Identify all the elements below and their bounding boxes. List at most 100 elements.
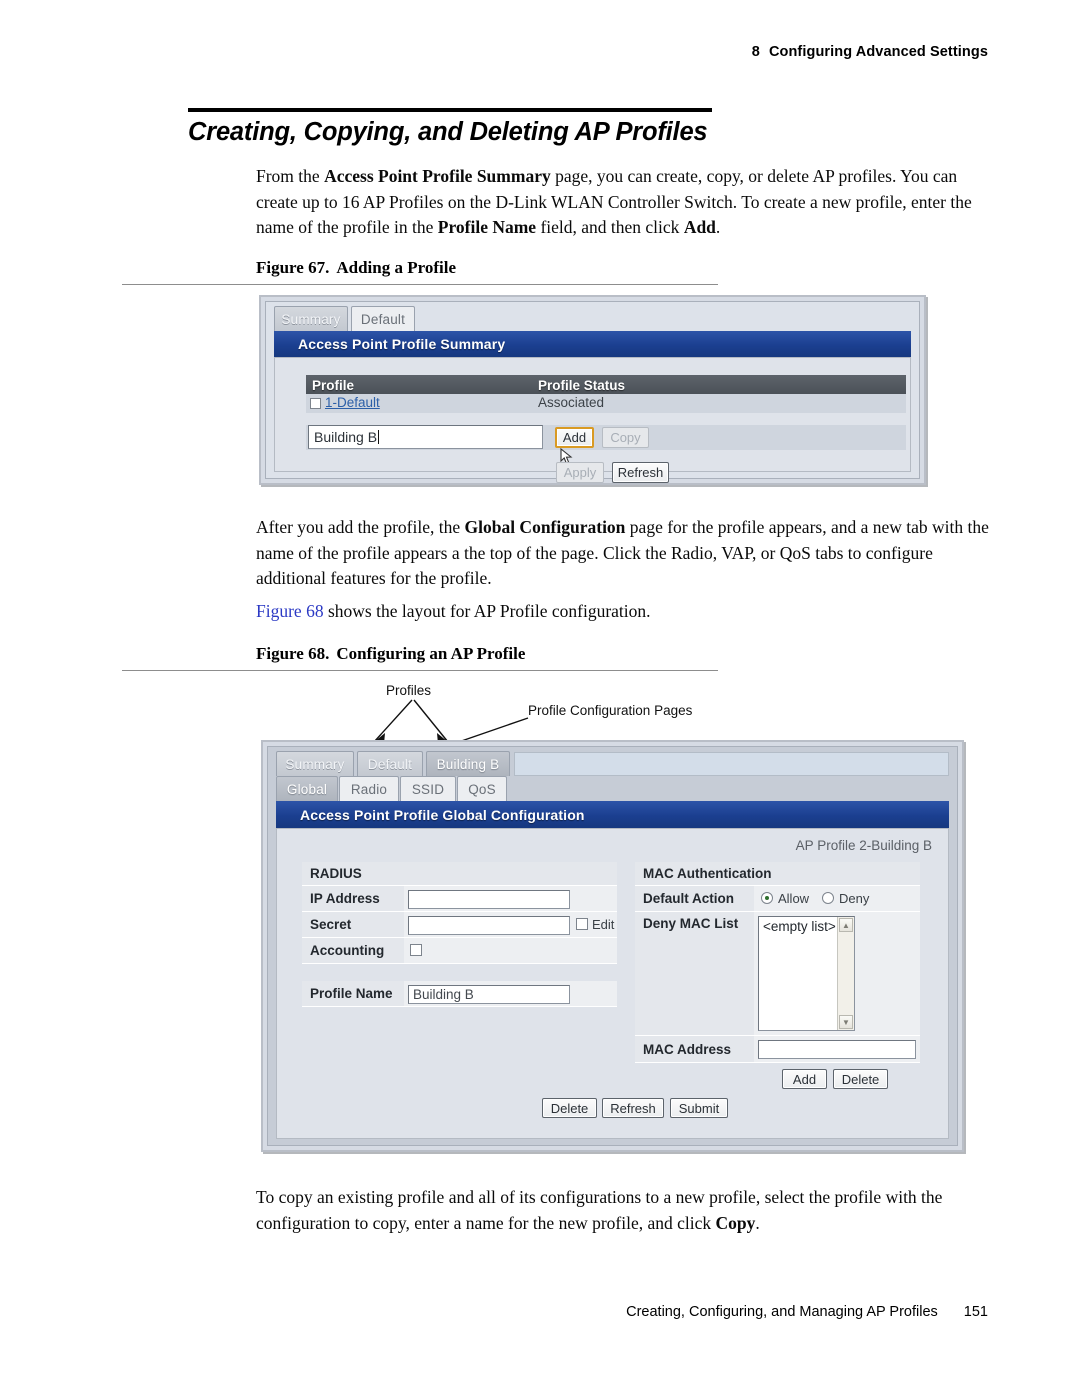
tab-radio-label: Radio: [350, 781, 388, 797]
col-header-profile-status: Profile Status: [538, 378, 626, 393]
profile-name-input-value: Building B: [314, 429, 378, 445]
mac-address-label-text: MAC Address: [643, 1041, 732, 1057]
tab-summary-label: Summary: [281, 311, 341, 327]
accounting-label: Accounting: [302, 938, 404, 964]
mac-address-field[interactable]: [758, 1040, 916, 1059]
accounting-checkbox[interactable]: [410, 944, 422, 956]
profile-name-input[interactable]: Building B: [308, 425, 543, 449]
ip-address-field[interactable]: [408, 890, 570, 909]
figure-67-tab-row: Summary Default: [266, 306, 919, 331]
figure-67-caption-rule: [122, 284, 718, 285]
accounting-label-text: Accounting: [310, 943, 385, 958]
figure-67-frame-inner: Summary Default Access Point Profile Sum…: [265, 301, 920, 483]
tab-ssid[interactable]: SSID: [400, 776, 456, 801]
figure-67-label: Figure 67.: [256, 258, 330, 277]
deny-mac-list-label: Deny MAC List: [635, 912, 754, 1036]
tab-global-label: Global: [286, 781, 328, 797]
figure-68-panel-title-bar: Access Point Profile Global Configuratio…: [276, 801, 949, 828]
submit-button[interactable]: Submit: [670, 1098, 728, 1118]
figure-68-caption: Figure 68. Configuring an AP Profile: [256, 644, 525, 664]
tab-summary[interactable]: Summary: [276, 751, 354, 776]
mac-add-button[interactable]: Add: [782, 1069, 827, 1089]
mac-auth-section-title: MAC Authentication: [643, 866, 772, 881]
radio-allow-label: Allow: [778, 891, 810, 906]
profile-name-label: Profile Name: [302, 981, 404, 1007]
ip-address-label-text: IP Address: [310, 891, 380, 906]
tab-ssid-label: SSID: [411, 781, 445, 797]
figure-67-panel-title-bar: Access Point Profile Summary: [274, 331, 911, 357]
secret-label-text: Secret: [310, 917, 352, 932]
page-footer: Creating, Configuring, and Managing AP P…: [626, 1304, 988, 1320]
secret-edit-checkbox[interactable]: [576, 918, 588, 930]
p1-bold-add: Add: [683, 217, 716, 237]
tab-qos-label: QoS: [468, 781, 496, 797]
tab-summary-label: Summary: [285, 756, 345, 772]
default-action-label: Default Action: [635, 886, 754, 912]
delete-button[interactable]: Delete: [542, 1098, 597, 1118]
ip-address-label: IP Address: [302, 886, 404, 912]
mac-delete-button[interactable]: Delete: [833, 1069, 888, 1089]
figure-67-panel-title: Access Point Profile Summary: [298, 336, 506, 352]
listbox-scrollbar[interactable]: ▲ ▼: [837, 917, 854, 1030]
deny-mac-listbox[interactable]: <empty list> ▲ ▼: [758, 916, 855, 1031]
profile-status-value: Associated: [538, 395, 605, 410]
tab-global[interactable]: Global: [276, 776, 338, 801]
figure-68-caption-rule: [122, 670, 718, 671]
profile-table-header: Profile Profile Status: [306, 375, 906, 394]
secret-field[interactable]: [408, 916, 570, 935]
tab-default-label: Default: [360, 311, 406, 327]
refresh-button-label: Refresh: [617, 465, 664, 480]
add-button-label: Add: [562, 430, 587, 445]
tab-row-filler: [514, 752, 949, 776]
tab-default[interactable]: Default: [351, 306, 415, 331]
page-title: Creating, Copying, and Deleting AP Profi…: [188, 118, 708, 146]
p4-part-a: To copy an existing profile and all of i…: [256, 1187, 943, 1233]
p1-part-a: From the: [256, 166, 325, 186]
tab-qos[interactable]: QoS: [457, 776, 507, 801]
figure-68-frame-inner: Summary Default Building B Global Radio …: [267, 746, 958, 1146]
refresh-button[interactable]: Refresh: [602, 1098, 664, 1118]
p2-bold-globalconfig: Global Configuration: [464, 517, 626, 537]
mac-add-button-label: Add: [792, 1071, 817, 1087]
footer-title: Creating, Configuring, and Managing AP P…: [626, 1304, 938, 1320]
table-row[interactable]: 1-Default Associated: [306, 394, 906, 413]
p1-bold-summary: Access Point Profile Summary: [324, 166, 551, 186]
tab-default[interactable]: Default: [357, 751, 423, 776]
profile-name-field[interactable]: Building B: [408, 985, 570, 1004]
callout-profiles-label: Profiles: [386, 683, 432, 698]
submit-button-label: Submit: [678, 1100, 720, 1116]
radio-deny[interactable]: [822, 892, 834, 904]
tab-building-b[interactable]: Building B: [426, 751, 510, 776]
scroll-up-arrow-icon[interactable]: ▲: [839, 918, 853, 932]
profile-name-label-text: Profile Name: [310, 986, 393, 1001]
figure-67-screenshot: Summary Default Access Point Profile Sum…: [259, 295, 926, 485]
figure-68-crossref-link[interactable]: Figure 68: [256, 601, 324, 621]
copy-profile-paragraph: To copy an existing profile and all of i…: [256, 1185, 996, 1236]
heading-rule: [188, 108, 712, 112]
radio-deny-label: Deny: [839, 891, 870, 906]
figure-68-profile-tab-row: Summary Default Building B: [268, 751, 957, 776]
profile-badge: AP Profile 2-Building B: [795, 838, 932, 853]
profile-link[interactable]: 1-Default: [325, 395, 380, 410]
callout-config-pages-label: Profile Configuration Pages: [528, 703, 693, 718]
mac-delete-button-label: Delete: [841, 1071, 880, 1087]
figure-68-panel-body: AP Profile 2-Building B RADIUS IP Addres…: [276, 828, 949, 1139]
copy-button: Copy: [602, 427, 649, 448]
p1-bold-profilename: Profile Name: [437, 217, 537, 237]
refresh-button[interactable]: Refresh: [612, 462, 669, 483]
intro-paragraph: From the Access Point Profile Summary pa…: [256, 164, 996, 241]
p2-part-a: After you add the profile, the: [256, 517, 465, 537]
text-caret: [378, 430, 380, 444]
figure-67-caption: Figure 67. Adding a Profile: [256, 258, 456, 278]
scroll-down-arrow-icon[interactable]: ▼: [839, 1015, 853, 1029]
tab-summary[interactable]: Summary: [274, 306, 348, 331]
p4-bold-copy: Copy: [715, 1212, 756, 1233]
copy-button-label: Copy: [610, 430, 641, 445]
radio-allow[interactable]: [761, 892, 773, 904]
row-checkbox[interactable]: [310, 398, 321, 409]
tab-radio[interactable]: Radio: [339, 776, 399, 801]
figure-67-title: Adding a Profile: [336, 258, 456, 277]
add-button[interactable]: Add: [555, 427, 594, 448]
chapter-title: Configuring Advanced Settings: [768, 44, 988, 60]
figure-68-screenshot: Summary Default Building B Global Radio …: [261, 740, 964, 1152]
